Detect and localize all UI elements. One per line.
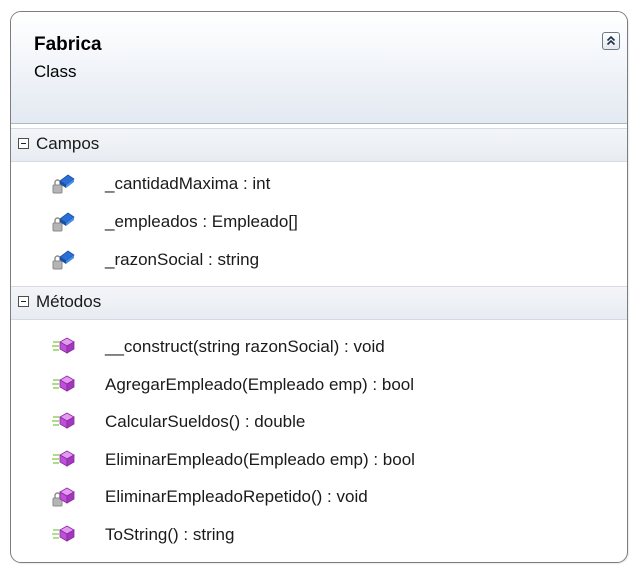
private-field-icon [51, 248, 77, 272]
method-label: EliminarEmpleado(Empleado emp) : bool [105, 449, 415, 469]
section-label-methods: Métodos [36, 292, 102, 311]
method-item[interactable]: EliminarEmpleado(Empleado emp) : bool [51, 447, 611, 475]
class-name: Fabrica [34, 34, 102, 55]
public-method-icon [51, 410, 77, 434]
class-header[interactable]: Fabrica Class [11, 12, 627, 124]
collapse-toggle-icon[interactable] [18, 296, 29, 307]
chevron-up-double-icon [606, 35, 616, 46]
field-label: _razonSocial : string [105, 250, 260, 269]
method-item[interactable]: AgregarEmpleado(Empleado emp) : bool [51, 372, 611, 400]
public-method-icon [51, 335, 77, 359]
field-item[interactable]: _cantidadMaxima : int [51, 171, 611, 199]
field-item[interactable]: _razonSocial : string [51, 247, 611, 275]
class-diagram-shape[interactable]: Fabrica Class Campos _cantidadMaxima : i… [10, 11, 628, 563]
section-header-fields[interactable]: Campos [11, 128, 627, 162]
private-method-icon [51, 485, 77, 509]
method-label: ToString() : string [105, 524, 235, 544]
class-kind: Class [34, 62, 77, 81]
method-label: AgregarEmpleado(Empleado emp) : bool [105, 374, 415, 394]
section-header-methods[interactable]: Métodos [11, 286, 627, 320]
method-item[interactable]: ToString() : string [51, 522, 611, 550]
private-field-icon [51, 210, 77, 234]
method-item[interactable]: CalcularSueldos() : double [51, 409, 611, 437]
public-method-icon [51, 523, 77, 547]
collapse-shape-button[interactable] [602, 32, 620, 50]
collapse-toggle-icon[interactable] [18, 138, 29, 149]
field-item[interactable]: _empleados : Empleado[] [51, 209, 611, 237]
method-item[interactable]: __construct(string razonSocial) : void [51, 334, 611, 362]
field-label: _cantidadMaxima : int [105, 174, 271, 193]
public-method-icon [51, 373, 77, 397]
method-label: CalcularSueldos() : double [105, 412, 306, 431]
method-label: __construct(string razonSocial) : void [105, 337, 385, 356]
private-field-icon [51, 172, 77, 196]
section-label-fields: Campos [36, 134, 100, 153]
public-method-icon [51, 448, 77, 472]
field-label: _empleados : Empleado[] [105, 212, 298, 231]
method-label: EliminarEmpleadoRepetido() : void [105, 487, 368, 506]
method-item[interactable]: EliminarEmpleadoRepetido() : void [51, 484, 611, 512]
